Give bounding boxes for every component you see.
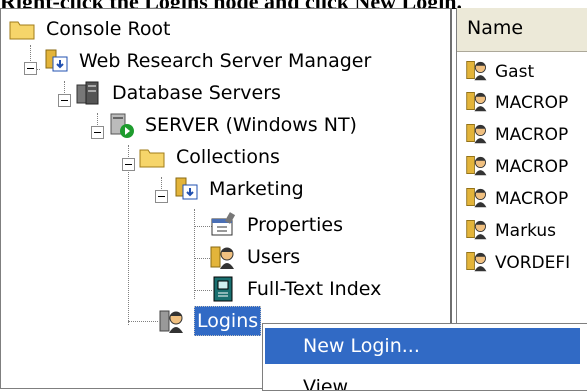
- user-icon: [465, 185, 493, 213]
- server-manager-icon: [41, 47, 69, 75]
- tree-node-database-servers[interactable]: Database Servers: [74, 77, 283, 109]
- list-item[interactable]: MACROP: [465, 152, 568, 182]
- tree-line: [128, 145, 129, 325]
- folder-icon: [138, 143, 166, 171]
- server-running-icon: [107, 111, 135, 139]
- list-item[interactable]: MACROP: [465, 88, 568, 118]
- properties-icon: [209, 211, 237, 239]
- database-servers-icon: [74, 79, 102, 107]
- index-book-icon: [209, 275, 237, 303]
- list-item[interactable]: VORDEFI: [465, 248, 570, 278]
- tree-node-server[interactable]: SERVER (Windows NT): [107, 109, 359, 141]
- list-item[interactable]: MACROP: [465, 184, 568, 214]
- menu-item-view[interactable]: View: [265, 374, 580, 390]
- tree-line: [128, 321, 158, 322]
- users-icon: [209, 243, 237, 271]
- tree-node-console-root[interactable]: Console Root: [8, 13, 173, 45]
- list-item[interactable]: Markus: [465, 216, 556, 246]
- context-menu: New Login... View: [262, 323, 587, 391]
- user-icon: [465, 89, 493, 117]
- tree-node-properties[interactable]: Properties: [209, 209, 345, 241]
- list-item[interactable]: Gast: [465, 57, 534, 87]
- tree-node-full-text-index[interactable]: Full-Text Index: [209, 273, 383, 305]
- collapse-toggle[interactable]: [122, 158, 135, 171]
- list-item[interactable]: MACROP: [465, 120, 568, 150]
- column-header-name[interactable]: Name: [457, 8, 587, 52]
- collapse-toggle[interactable]: [155, 190, 168, 203]
- collection-icon: [171, 175, 199, 203]
- collapse-toggle[interactable]: [24, 62, 37, 75]
- tree-node-collections[interactable]: Collections: [138, 141, 282, 173]
- tree-node-users[interactable]: Users: [209, 241, 302, 273]
- logins-icon: [158, 307, 186, 335]
- folder-icon: [8, 15, 36, 43]
- menu-item-new-login[interactable]: New Login...: [265, 328, 580, 364]
- collapse-toggle[interactable]: [58, 94, 71, 107]
- tree-node-marketing[interactable]: Marketing: [171, 173, 306, 205]
- tree-line: [194, 209, 195, 299]
- user-icon: [465, 249, 493, 277]
- user-icon: [465, 121, 493, 149]
- user-icon: [465, 58, 493, 86]
- collapse-toggle[interactable]: [91, 126, 104, 139]
- tree-node-logins[interactable]: Logins: [158, 305, 262, 337]
- tree-node-web-research-server-manager[interactable]: Web Research Server Manager: [41, 45, 373, 77]
- user-icon: [465, 217, 493, 245]
- user-icon: [465, 153, 493, 181]
